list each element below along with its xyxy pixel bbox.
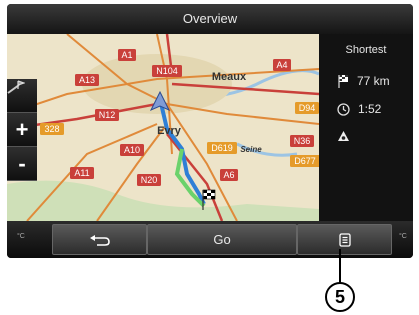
svg-text:N36: N36 — [294, 136, 311, 146]
road-label-a13: A13 — [75, 74, 99, 86]
svg-text:N104: N104 — [156, 66, 178, 76]
window-title: Overview — [7, 4, 413, 34]
checkered-flag-icon — [338, 75, 348, 88]
clock-icon — [337, 102, 350, 116]
map-view-icon — [7, 80, 25, 94]
map-canvas: A1 N104 A4 A13 N12 A10 N20 D619 A6 A11 328 D94 N36 D6… — [7, 34, 319, 221]
callout-number: 5 — [325, 282, 355, 312]
nav-screen: Overview A1 N104 A4 A13 N12 A10 N20 D619… — [7, 4, 413, 258]
road-label-n104: N104 — [152, 65, 182, 77]
svg-text:N12: N12 — [99, 110, 116, 120]
route-warning-icon — [338, 131, 349, 141]
road-label-n36: N36 — [290, 135, 314, 147]
road-label-n12: N12 — [95, 109, 119, 121]
duration-row: 1:52 — [337, 102, 381, 116]
svg-text:328: 328 — [44, 124, 59, 134]
zoom-out-button[interactable]: - — [7, 147, 37, 181]
svg-text:A13: A13 — [79, 75, 95, 85]
route-mode-label: Shortest — [345, 44, 387, 56]
road-label-d94: D94 — [295, 102, 319, 114]
distance-row: 77 km — [337, 74, 390, 88]
go-button[interactable]: Go — [147, 224, 297, 255]
place-label-meaux: Meaux — [212, 71, 247, 83]
back-arrow-icon — [89, 234, 110, 246]
minus-icon: - — [18, 150, 26, 176]
road-label-a1: A1 — [118, 49, 136, 61]
route-summary-panel: Shortest 77 km 1:52 — [319, 34, 413, 221]
back-button[interactable] — [52, 224, 147, 255]
place-label-seine: Seine — [240, 145, 262, 154]
zoom-in-button[interactable]: + — [7, 113, 37, 147]
svg-text:D94: D94 — [299, 103, 316, 113]
warning-row — [337, 130, 350, 142]
svg-text:D619: D619 — [211, 143, 233, 153]
svg-text:A4: A4 — [276, 60, 287, 70]
go-button-label: Go — [213, 232, 231, 247]
menu-button[interactable] — [297, 224, 392, 255]
road-label-a11: A11 — [70, 167, 94, 179]
route-distance: 77 km — [357, 74, 390, 88]
road-label-a10: A10 — [120, 144, 144, 156]
place-label-evry: Evry — [157, 125, 182, 137]
map-zoom-controls: + - — [7, 79, 37, 181]
svg-text:A6: A6 — [223, 170, 234, 180]
route-duration: 1:52 — [358, 102, 382, 116]
svg-text:D677: D677 — [294, 156, 316, 166]
park-area — [7, 180, 319, 221]
svg-text:A1: A1 — [121, 50, 132, 60]
road-label-d677: D677 — [290, 155, 319, 167]
road-label-n20: N20 — [137, 174, 161, 186]
svg-text:N20: N20 — [141, 175, 158, 185]
bottom-toolbar: °C Go °C — [7, 221, 413, 258]
svg-text:A10: A10 — [124, 145, 140, 155]
road-label-a6: A6 — [220, 169, 238, 181]
list-menu-icon — [338, 232, 351, 247]
road-label-a4: A4 — [273, 59, 291, 71]
temp-unit-right: °C — [399, 233, 407, 240]
view-mode-button[interactable] — [7, 79, 37, 113]
plus-icon: + — [15, 116, 29, 142]
road-label-328: 328 — [40, 123, 64, 135]
route-overview-map[interactable]: A1 N104 A4 A13 N12 A10 N20 D619 A6 A11 328 D94 N36 D6… — [7, 34, 319, 221]
callout-leader-line — [339, 249, 341, 285]
road-label-d619: D619 — [207, 142, 237, 154]
temp-unit-left: °C — [17, 233, 25, 240]
svg-text:A11: A11 — [74, 168, 89, 178]
